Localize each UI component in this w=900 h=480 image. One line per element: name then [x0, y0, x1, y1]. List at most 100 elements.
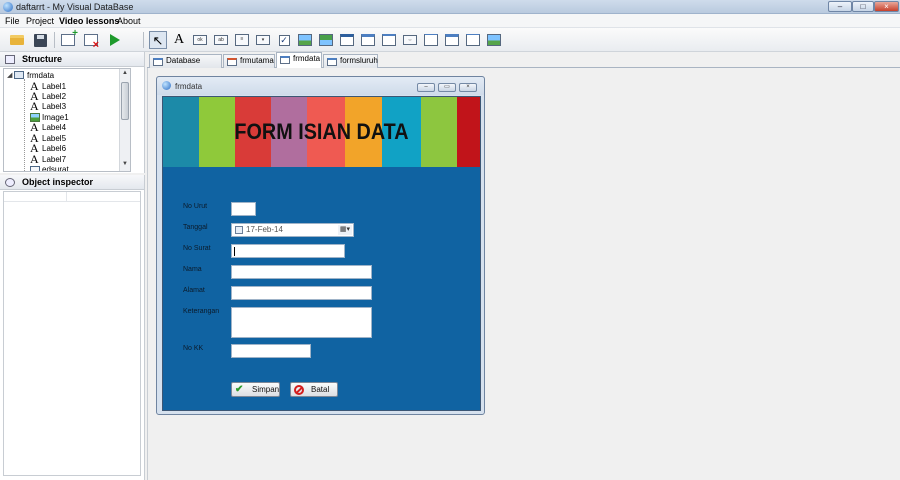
simpan-label: Simpan — [252, 385, 280, 394]
tanggal-date-picker[interactable]: 17-Feb-14 ▦▾ — [231, 223, 354, 237]
menu-file[interactable]: File — [5, 16, 20, 26]
memo-component-icon[interactable]: ≡ — [233, 31, 251, 49]
form-designer-window[interactable]: frmdata – ▭ × FORM ISIAN DATA No Urut Ta… — [156, 76, 485, 415]
form-node-icon — [14, 71, 24, 79]
edit-component-icon[interactable]: ab — [212, 31, 230, 49]
menu-project[interactable]: Project — [26, 16, 54, 26]
no-urut-input[interactable] — [231, 202, 256, 216]
tree-node-label: Label4 — [42, 122, 67, 132]
tree-node[interactable]: A Label3 — [30, 100, 67, 112]
label-A-icon[interactable]: A — [170, 31, 188, 49]
toolbar-separator — [54, 32, 55, 48]
form-icon[interactable] — [422, 31, 440, 49]
tab-icon[interactable] — [380, 31, 398, 49]
no-surat-input[interactable] — [231, 244, 345, 258]
nama-input[interactable] — [231, 265, 372, 279]
tree-node-label: Label5 — [42, 133, 67, 143]
batal-button[interactable]: Batal — [290, 382, 338, 397]
tab-database-tables[interactable]: Database tables — [149, 54, 222, 77]
tree-node-label: edsurat — [42, 164, 69, 172]
dialog-icon[interactable] — [464, 31, 482, 49]
label-nama: Nama — [183, 266, 202, 273]
tree-node-label: Label1 — [42, 81, 67, 91]
tab-label: formsluruh — [340, 56, 378, 65]
menu-about[interactable]: About — [117, 16, 141, 26]
tanggal-value: 17-Feb-14 — [246, 225, 283, 234]
grid-icon[interactable] — [317, 31, 335, 49]
frame-icon[interactable] — [443, 31, 461, 49]
menu-video-lessons[interactable]: Video lessons — [59, 16, 119, 26]
pointer-icon[interactable]: ↖ — [149, 31, 167, 49]
tree-collapse-icon[interactable]: ◢ — [7, 71, 14, 79]
scroll-thumb[interactable] — [121, 82, 129, 120]
structure-header: Structure — [0, 52, 144, 67]
run-play-icon[interactable] — [106, 31, 124, 49]
inspector-title: Object inspector — [22, 177, 94, 187]
form-minimize-button[interactable]: – — [417, 83, 435, 92]
keterangan-memo[interactable] — [231, 307, 372, 338]
property-grid[interactable] — [3, 191, 141, 476]
tree-node[interactable]: A Label7 — [30, 152, 67, 166]
save-disk-icon[interactable] — [31, 31, 49, 49]
date-dropdown-icon[interactable]: ▦▾ — [338, 225, 352, 235]
app-titlebar: daftarrt - My Visual DataBase – □ × — [0, 0, 900, 14]
db-grid-icon[interactable] — [338, 31, 356, 49]
label-node-icon: A — [30, 152, 39, 166]
inspector-header: Object inspector — [0, 175, 144, 190]
tree-guide-line — [24, 79, 25, 171]
scroll-up-icon[interactable]: ▲ — [121, 70, 129, 79]
picture-icon[interactable] — [485, 31, 503, 49]
label-keterangan: Keterangan — [183, 308, 220, 315]
open-folder-icon[interactable] — [8, 31, 26, 49]
minimize-button[interactable]: – — [828, 1, 852, 12]
no-kk-input[interactable] — [231, 344, 311, 358]
scroll-down-icon[interactable]: ▼ — [121, 161, 129, 170]
form-close-button[interactable]: × — [459, 83, 477, 92]
tab-label: frmdata — [293, 54, 321, 63]
tree-node[interactable]: edsurat — [30, 164, 69, 172]
alamat-input[interactable] — [231, 286, 372, 300]
maximize-button[interactable]: □ — [852, 1, 874, 12]
form-maximize-button[interactable]: ▭ — [438, 83, 456, 92]
form-banner-image[interactable]: FORM ISIAN DATA — [163, 97, 480, 167]
window-icon[interactable]: ⇔ — [401, 31, 419, 49]
label-no-urut: No Urut — [183, 203, 208, 210]
label-tanggal: Tanggal — [183, 224, 208, 231]
panel-icon[interactable] — [359, 31, 377, 49]
tab-formsluruh[interactable]: formsluruh — [323, 54, 378, 68]
form-window-icon — [162, 81, 171, 90]
tree-node-label: Image1 — [42, 112, 69, 122]
tree-scrollbar[interactable]: ▲ ▼ — [119, 69, 130, 171]
close-button[interactable]: × — [874, 1, 899, 12]
magnifier-icon — [5, 178, 15, 187]
delete-form-icon[interactable] — [82, 31, 100, 51]
toolbar: ↖ A ok ab ≡ ▾ ✓ ⇔ — [0, 28, 900, 52]
image-icon[interactable] — [296, 31, 314, 49]
simpan-button[interactable]: ✔ Simpan — [231, 382, 280, 397]
form-icon — [280, 56, 290, 64]
tab-frmutama[interactable]: frmutama — [223, 54, 275, 68]
new-form-icon[interactable] — [59, 28, 78, 49]
structure-icon — [5, 55, 15, 64]
checkbox-icon[interactable]: ✓ — [275, 31, 293, 49]
tree-node-label: Label2 — [42, 91, 67, 101]
cancel-icon — [294, 385, 304, 395]
app-logo-icon — [3, 2, 13, 12]
button-component-icon[interactable]: ok — [191, 31, 209, 49]
structure-tree[interactable]: ◢ frmdata A Label1 A Label2 A Label3 Image1… — [3, 68, 131, 172]
tree-node-label: Label7 — [42, 154, 67, 164]
structure-panel: Structure ◢ frmdata A Label1 A Label2 A Lab… — [0, 52, 145, 173]
designer-tabs: Database tables frmutama frmdata formslu… — [147, 52, 900, 77]
label-no-surat: No Surat — [183, 245, 211, 252]
structure-title: Structure — [22, 54, 63, 64]
tab-frmdata[interactable]: frmdata — [276, 52, 322, 69]
tree-node-label: Label6 — [42, 143, 67, 153]
label-alamat: Alamat — [183, 287, 205, 294]
tree-node-label: Label3 — [42, 101, 67, 111]
property-grid-header — [4, 192, 140, 202]
form-client-area: FORM ISIAN DATA No Urut Tanggal 17-Feb-1… — [162, 96, 481, 411]
form-icon — [327, 58, 337, 66]
combobox-component-icon[interactable]: ▾ — [254, 31, 272, 49]
batal-label: Batal — [311, 385, 330, 394]
tab-label: frmutama — [240, 56, 274, 65]
